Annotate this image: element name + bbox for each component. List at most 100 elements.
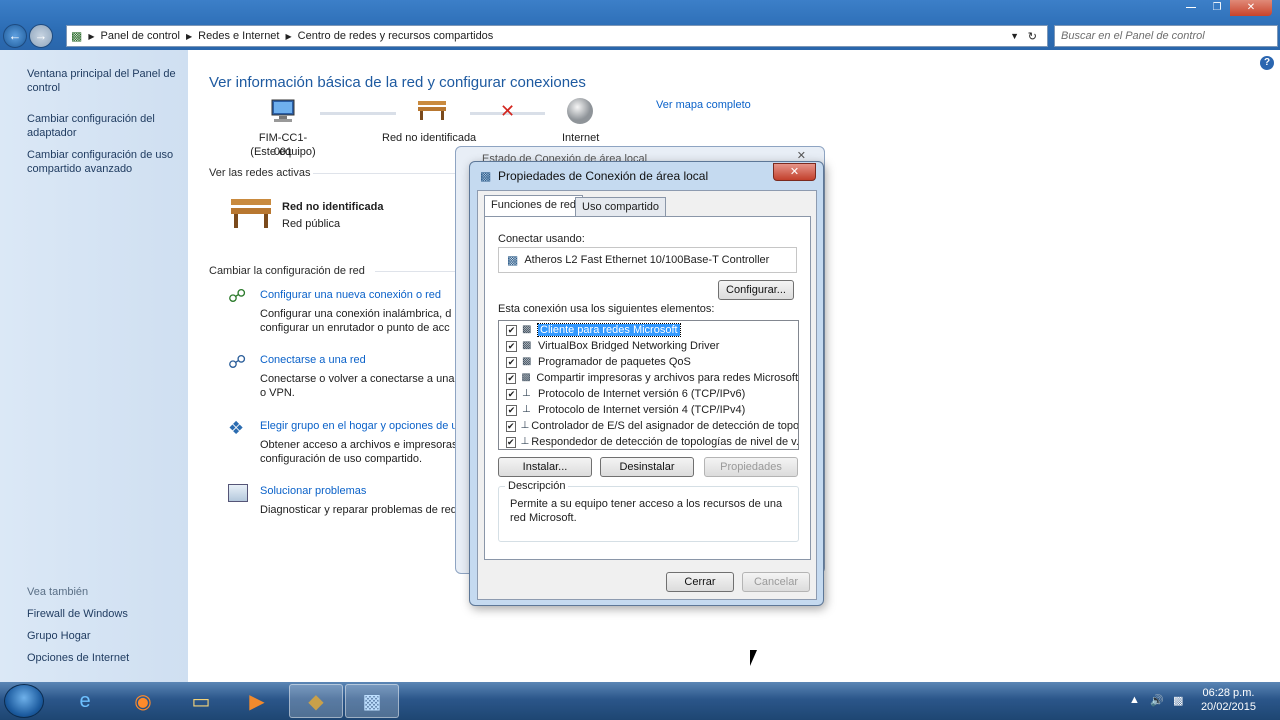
tray-expand-icon[interactable]: ▲ [1129,694,1140,706]
network-center-task-icon[interactable]: ◆ [289,684,343,718]
bench-icon [416,98,448,122]
configure-button[interactable]: Configurar... [718,280,794,300]
checkbox[interactable]: ✔ [506,388,517,400]
checkbox[interactable]: ✔ [506,404,517,416]
task-link-connect[interactable]: Conectarse a una red [260,353,366,367]
active-network-type[interactable]: Red pública [282,217,340,231]
network-adapter-icon: ▩ [480,169,492,183]
chevron-right-icon: ▶ [88,31,95,41]
dialog-close-button[interactable]: ✕ [773,163,816,181]
chevron-right-icon: ▶ [285,31,292,41]
close-button[interactable]: Cerrar [666,572,734,592]
homegroup-icon: ❖ [228,418,245,438]
network-tray-icon[interactable]: ▩ [1173,694,1183,707]
mouse-cursor-icon [750,650,757,666]
dialog-body: Funciones de red Uso compartido Conectar… [477,190,817,600]
service-icon: ▩ [522,340,532,351]
connection-properties-task-icon[interactable]: ▩ [345,684,399,718]
close-icon: ✕ [789,166,800,178]
see-also-header: Vea también [27,586,89,598]
tab-network-functions[interactable]: Funciones de red [484,195,583,217]
tab-sharing[interactable]: Uso compartido [575,197,667,217]
maximize-button[interactable]: ❐ [1204,0,1230,16]
list-item[interactable]: ✔ ▩ Cliente para redes Microsoft [499,322,798,338]
sidebar-link-internet-options[interactable]: Opciones de Internet [27,651,182,665]
task-desc: configuración de uso compartido. [260,453,423,465]
public-network-bench-icon [228,195,274,231]
start-button[interactable] [4,684,44,718]
clock-date: 20/02/2015 [1200,701,1256,713]
description-group: Descripción Permite a su equipo tener ac… [498,480,799,542]
properties-dialog: ▩ Propiedades de Conexión de área local … [469,161,824,606]
change-settings-header: Cambiar la configuración de red [209,265,365,277]
task-desc: Configurar una conexión inalámbrica, d [260,308,452,320]
list-item[interactable]: ✔ ▩ Compartir impresoras y archivos para r… [499,370,798,386]
breadcrumb-network-internet[interactable]: Redes e Internet [198,30,279,42]
window-close-button[interactable]: ✕ [1230,0,1272,16]
install-button[interactable]: Instalar... [498,457,592,477]
divider [313,173,455,174]
checkbox[interactable]: ✔ [506,340,517,352]
internet-explorer-icon[interactable]: e [58,684,112,718]
list-item[interactable]: ✔ ⊥ Protocolo de Internet versión 4 (TCP/I… [499,402,798,418]
checkbox[interactable]: ✔ [506,324,517,336]
list-item-label: Cliente para redes Microsoft [537,323,681,337]
list-item[interactable]: ✔ ▩ Programador de paquetes QoS [499,354,798,370]
sidebar-link-sharing[interactable]: Cambiar configuración de uso compartido … [27,148,182,176]
clock-time: 06:28 p.m. [1202,687,1255,699]
list-item[interactable]: ✔ ⊥ Respondedor de detección de topologías… [499,434,798,449]
network-node-label: Red no identificada [382,132,477,144]
full-map-link[interactable]: Ver mapa completo [656,98,751,112]
list-item-label: Protocolo de Internet versión 4 (TCP/IPv… [538,404,746,416]
back-button[interactable]: ← [3,24,27,48]
troubleshoot-icon [228,484,248,502]
checkbox[interactable]: ✔ [506,356,517,368]
connection-line [320,112,396,115]
sidebar-link-adapter[interactable]: Cambiar configuración del adaptador [27,112,182,140]
minimize-button[interactable]: — [1178,0,1204,16]
sidebar-link-homegroup[interactable]: Grupo Hogar [27,629,182,643]
task-desc: configurar un enrutador o punto de acc [260,322,450,334]
internet-node-label: Internet [562,132,600,144]
cancel-button[interactable]: Cancelar [742,572,810,592]
address-dropdown-icon[interactable]: ▼ [1010,31,1019,41]
clock[interactable]: 06:28 p.m. 20/02/2015 [1201,686,1256,714]
task-link-new-connection[interactable]: Configurar una nueva conexión o red [260,288,441,302]
help-icon[interactable]: ? [1260,56,1274,70]
breadcrumb-control-panel[interactable]: Panel de control [101,30,181,42]
task-link-troubleshoot[interactable]: Solucionar problemas [260,484,366,498]
firefox-icon[interactable]: ◉ [116,684,170,718]
task-link-homegroup[interactable]: Elegir grupo en el hogar y opciones de u [260,419,458,433]
connect-network-icon: ☍ [228,352,247,372]
task-desc: o VPN. [260,387,295,399]
new-connection-icon: ☍ [228,286,247,306]
checkbox[interactable]: ✔ [506,420,516,432]
service-icon: ▩ [521,372,531,383]
divider [375,271,455,272]
globe-icon [565,96,595,126]
list-item[interactable]: ✔ ⊥ Controlador de E/S del asignador de de… [499,418,798,434]
checkbox[interactable]: ✔ [506,372,517,384]
tab-panel: Conectar usando: ▩ Atheros L2 Fast Ether… [484,216,811,560]
folder-icon[interactable]: ▭ [174,684,228,718]
address-bar[interactable]: ▩ ▶ Panel de control ▶ Redes e Internet … [66,25,1048,47]
sidebar-link-home[interactable]: Ventana principal del Panel de control [27,67,182,95]
media-player-icon[interactable]: ▶ [230,684,284,718]
uninstall-button[interactable]: Desinstalar [600,457,694,477]
volume-icon[interactable]: 🔊 [1150,694,1164,707]
elements-list[interactable]: ✔ ▩ Cliente para redes Microsoft ✔ ▩ Virtual… [498,320,799,450]
search-input[interactable]: Buscar en el Panel de control [1054,25,1278,47]
service-icon: ▩ [522,356,532,367]
checkbox[interactable]: ✔ [506,436,516,448]
list-item[interactable]: ✔ ▩ VirtualBox Bridged Networking Driver [499,338,798,354]
sidebar: Ventana principal del Panel de control C… [0,50,188,682]
sidebar-link-firewall[interactable]: Firewall de Windows [27,607,182,621]
control-panel-icon: ▩ [71,29,83,43]
refresh-icon[interactable]: ↻ [1028,30,1037,43]
list-item[interactable]: ✔ ⊥ Protocolo de Internet versión 6 (TCP/I… [499,386,798,402]
forward-button[interactable]: → [29,24,53,48]
properties-button[interactable]: Propiedades [704,457,798,477]
active-networks-header: Ver las redes activas [209,167,311,179]
breadcrumb-network-center[interactable]: Centro de redes y recursos compartidos [298,30,494,42]
active-network-name: Red no identificada [282,201,384,213]
